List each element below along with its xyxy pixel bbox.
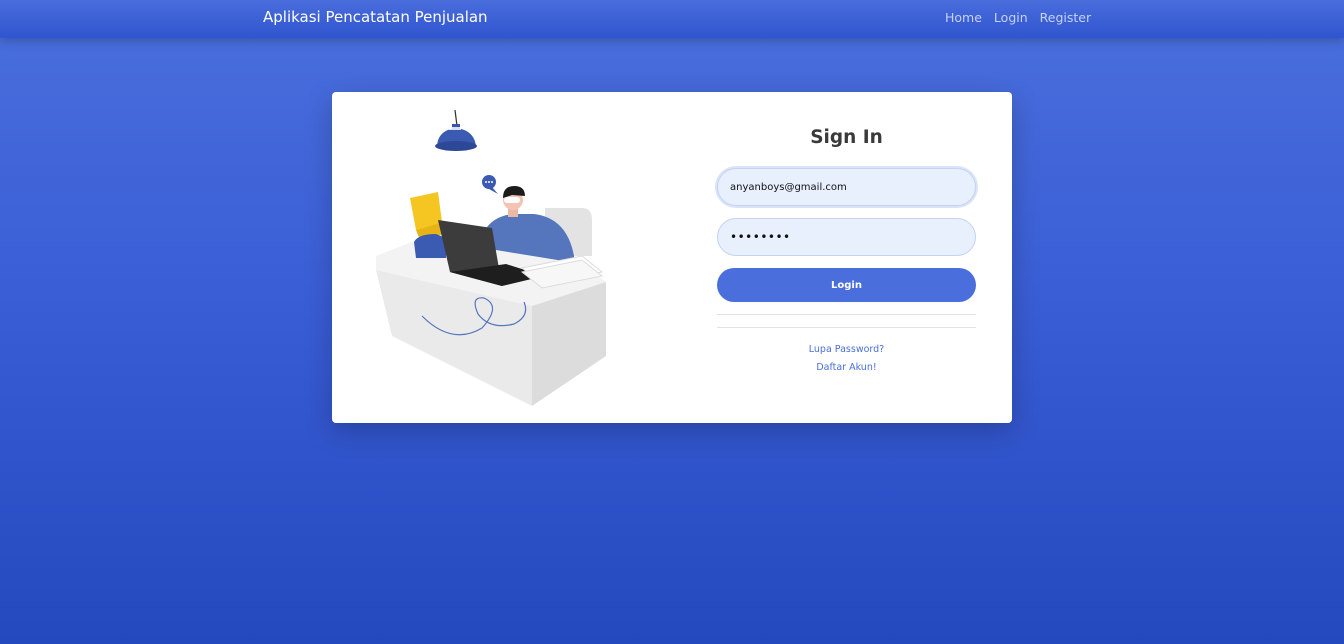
person-at-desk-illustration — [376, 109, 606, 406]
lamp-icon — [435, 109, 477, 151]
email-field[interactable] — [717, 168, 976, 206]
login-card: Sign In Login Lupa Password? Daftar Akun… — [332, 92, 1012, 423]
nav-register-link[interactable]: Register — [1040, 10, 1091, 25]
divider — [717, 314, 976, 315]
app-brand[interactable]: Aplikasi Pencatatan Penjualan — [263, 8, 488, 26]
nav-login-link[interactable]: Login — [994, 10, 1028, 25]
register-account-link[interactable]: Daftar Akun! — [717, 362, 976, 373]
nav-links: Home Login Register — [945, 10, 1091, 25]
navbar: Aplikasi Pencatatan Penjualan Home Login… — [0, 0, 1344, 38]
signin-title: Sign In — [810, 127, 883, 148]
password-field[interactable] — [717, 218, 976, 256]
login-button[interactable]: Login — [717, 268, 976, 302]
divider — [717, 327, 976, 328]
nav-home-link[interactable]: Home — [945, 10, 982, 25]
forgot-password-link[interactable]: Lupa Password? — [717, 344, 976, 355]
